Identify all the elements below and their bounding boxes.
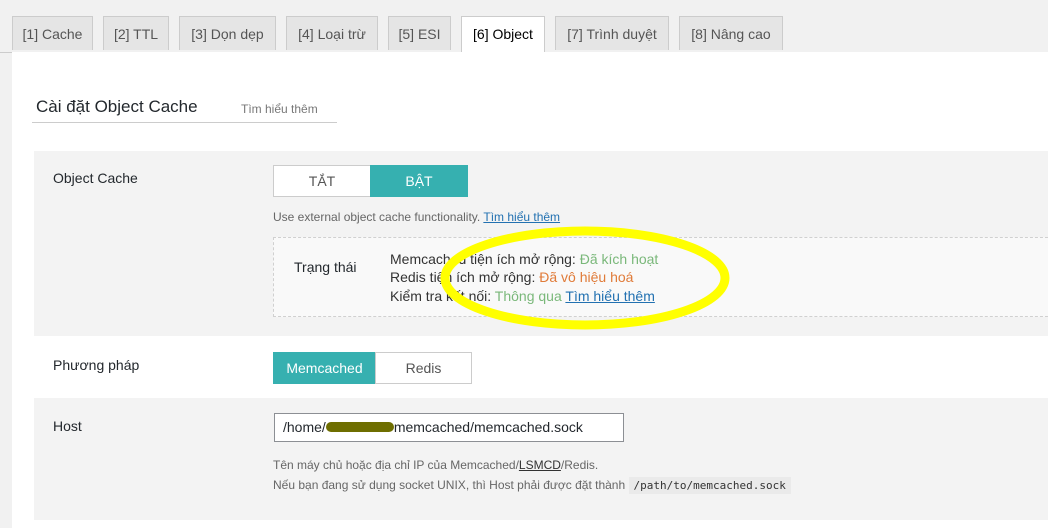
host-desc1-prefix: Tên máy chủ hoặc địa chỉ IP của Memcache…: [273, 458, 519, 472]
connection-status-line: Kiểm tra kết nối: Thông qua Tìm hiểu thê…: [390, 288, 655, 304]
connection-status-value: Thông qua: [494, 288, 562, 304]
connection-status-prefix: Kiểm tra kết nối:: [390, 288, 495, 304]
tab-object[interactable]: [6] Object: [461, 16, 545, 53]
host-description-line2: Nếu bạn đang sử dụng socket UNIX, thì Ho…: [273, 477, 791, 494]
tab-cache[interactable]: [1] Cache: [12, 16, 93, 50]
host-desc2-text: Nếu bạn đang sử dụng socket UNIX, thì Ho…: [273, 478, 626, 492]
tab-exclude[interactable]: [4] Loại trừ: [286, 16, 378, 50]
host-desc1-suffix: /Redis.: [560, 458, 599, 472]
object-cache-label: Object Cache: [53, 170, 138, 186]
redacted-username: [325, 422, 394, 433]
method-label: Phương pháp: [53, 357, 140, 373]
object-cache-description: Use external object cache functionality.…: [273, 210, 560, 224]
tab-advanced[interactable]: [8] Nâng cao: [679, 16, 783, 50]
redis-status-line: Redis tiện ích mở rộng: Đã vô hiệu hoá: [390, 269, 633, 285]
redis-status-value: Đã vô hiệu hoá: [539, 269, 634, 285]
learn-more-link[interactable]: Tìm hiểu thêm: [241, 102, 318, 116]
memcached-status-prefix: Memcached tiện ích mở rộng:: [390, 251, 580, 267]
object-cache-off-button[interactable]: TẮT: [273, 165, 371, 197]
host-description-line1: Tên máy chủ hoặc địa chỉ IP của Memcache…: [273, 458, 598, 472]
object-cache-desc-text: Use external object cache functionality.: [273, 210, 481, 224]
tab-bar: [1] Cache [2] TTL [3] Dọn dẹp [4] Loại t…: [0, 0, 1048, 53]
host-label: Host: [53, 418, 82, 434]
socket-path-code: /path/to/memcached.sock: [628, 477, 791, 494]
lsmcd-link[interactable]: LSMCD: [519, 458, 561, 472]
host-value-prefix: /home/: [283, 419, 326, 435]
method-row: [34, 336, 1048, 398]
redis-status-prefix: Redis tiện ích mở rộng:: [390, 269, 540, 285]
object-cache-learn-more-link[interactable]: Tìm hiểu thêm: [483, 210, 560, 224]
method-redis-button[interactable]: Redis: [375, 352, 472, 384]
object-cache-on-button[interactable]: BẬT: [370, 165, 468, 197]
method-memcached-button[interactable]: Memcached: [273, 352, 376, 384]
status-label: Trạng thái: [294, 259, 357, 275]
host-input[interactable]: /home/memcached/memcached.sock: [274, 413, 624, 442]
tab-ttl[interactable]: [2] TTL: [103, 16, 169, 50]
tab-esi[interactable]: [5] ESI: [388, 16, 451, 50]
tab-browser[interactable]: [7] Trình duyệt: [555, 16, 669, 50]
memcached-status-line: Memcached tiện ích mở rộng: Đã kích hoạt: [390, 251, 658, 267]
host-value-suffix: memcached/memcached.sock: [393, 419, 583, 435]
title-divider: [32, 122, 337, 123]
memcached-status-value: Đã kích hoạt: [579, 251, 659, 267]
page-title: Cài đặt Object Cache: [36, 97, 198, 116]
connection-learn-more-link[interactable]: Tìm hiểu thêm: [565, 288, 654, 304]
tab-cleanup[interactable]: [3] Dọn dẹp: [179, 16, 276, 50]
